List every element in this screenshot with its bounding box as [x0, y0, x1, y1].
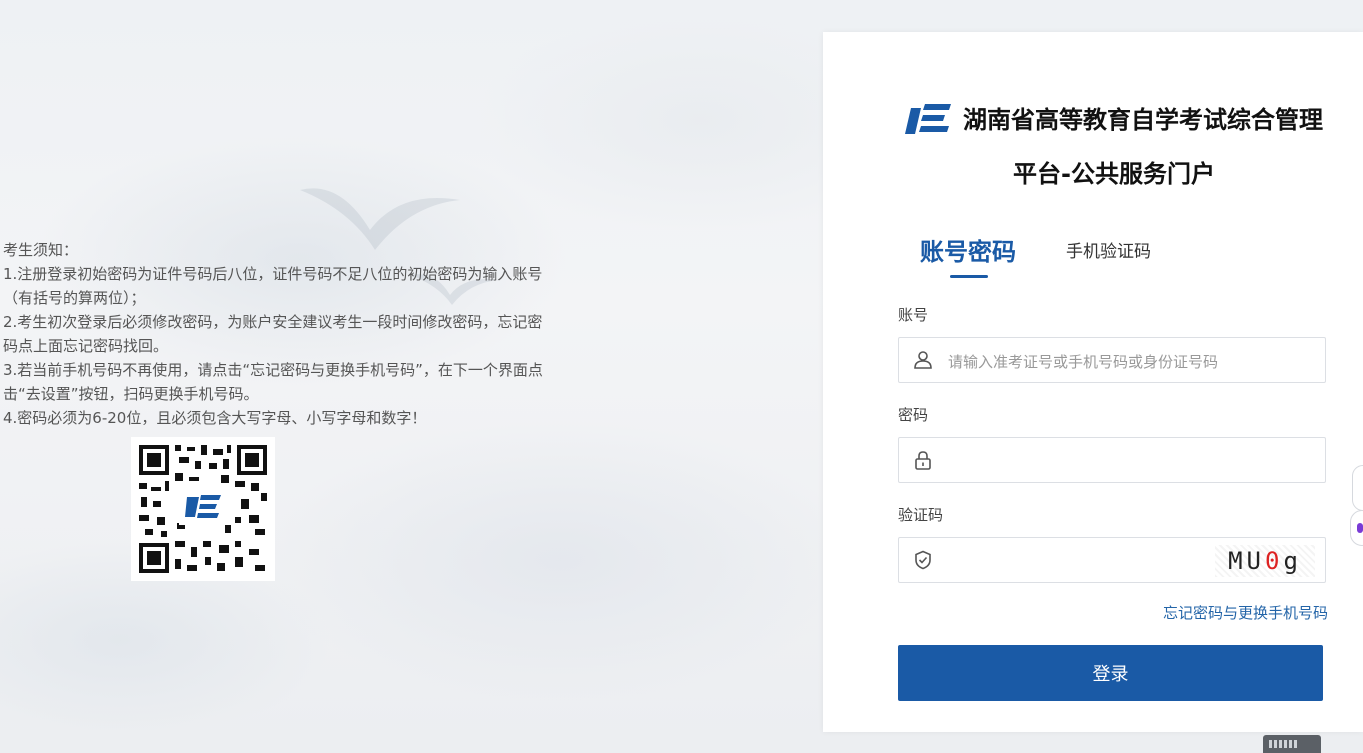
logo-icon [905, 104, 951, 134]
active-tab-indicator [950, 275, 988, 278]
notice-line-2: 2.考生初次登录后必须修改密码，为账户安全建议考生一段时间修改密码，忘记密码点上… [3, 313, 543, 355]
shield-check-icon [915, 550, 931, 570]
captcha-text-part1: MU [1228, 547, 1265, 575]
login-button[interactable]: 登录 [898, 645, 1323, 701]
side-widget-handle[interactable] [1352, 465, 1363, 511]
login-card: 湖南省高等教育自学考试综合管理 平台-公共服务门户 账号密码 手机验证码 账号 … [823, 32, 1363, 732]
qr-code [131, 437, 275, 581]
captcha-label: 验证码 [898, 506, 944, 524]
tab-account-password[interactable]: 账号密码 [920, 232, 1016, 267]
captcha-text-part2: 0 [1265, 547, 1284, 575]
forgot-password-link[interactable]: 忘记密码与更换手机号码 [1163, 602, 1328, 623]
page-title: 湖南省高等教育自学考试综合管理 [963, 106, 1323, 134]
tab-phone-code[interactable]: 手机验证码 [1066, 237, 1151, 262]
notice-line-4: 4.密码必须为6-20位，且必须包含大写字母、小写字母和数字！ [3, 409, 427, 427]
account-label: 账号 [898, 306, 929, 324]
notice-line-3: 3.若当前手机号码不再使用，请点击“忘记密码与更换手机号码”，在下一个界面点击“… [3, 361, 543, 403]
notice-heading: 考生须知： [3, 241, 79, 259]
account-input[interactable]: 请输入准考证号或手机号码或身份证号码 [948, 351, 1218, 372]
notice-line-1: 1.注册登录初始密码为证件号码后八位，证件号码不足八位的初始密码为输入账号（有括… [3, 265, 543, 307]
captcha-text-part3: g [1283, 547, 1302, 575]
side-widget-badge[interactable] [1350, 510, 1363, 546]
captcha-field[interactable]: MU0g [898, 537, 1326, 583]
page-subtitle: 平台-公共服务门户 [1013, 160, 1215, 188]
keyboard-icon[interactable] [1263, 735, 1321, 753]
captcha-image[interactable]: MU0g [1215, 545, 1315, 577]
user-icon [914, 351, 932, 369]
account-field[interactable]: 请输入准考证号或手机号码或身份证号码 [898, 337, 1326, 383]
candidate-notice: 考生须知： 1.注册登录初始密码为证件号码后八位，证件号码不足八位的初始密码为输… [3, 238, 548, 430]
lock-icon [915, 451, 931, 470]
password-label: 密码 [898, 406, 929, 424]
password-field[interactable] [898, 437, 1326, 483]
